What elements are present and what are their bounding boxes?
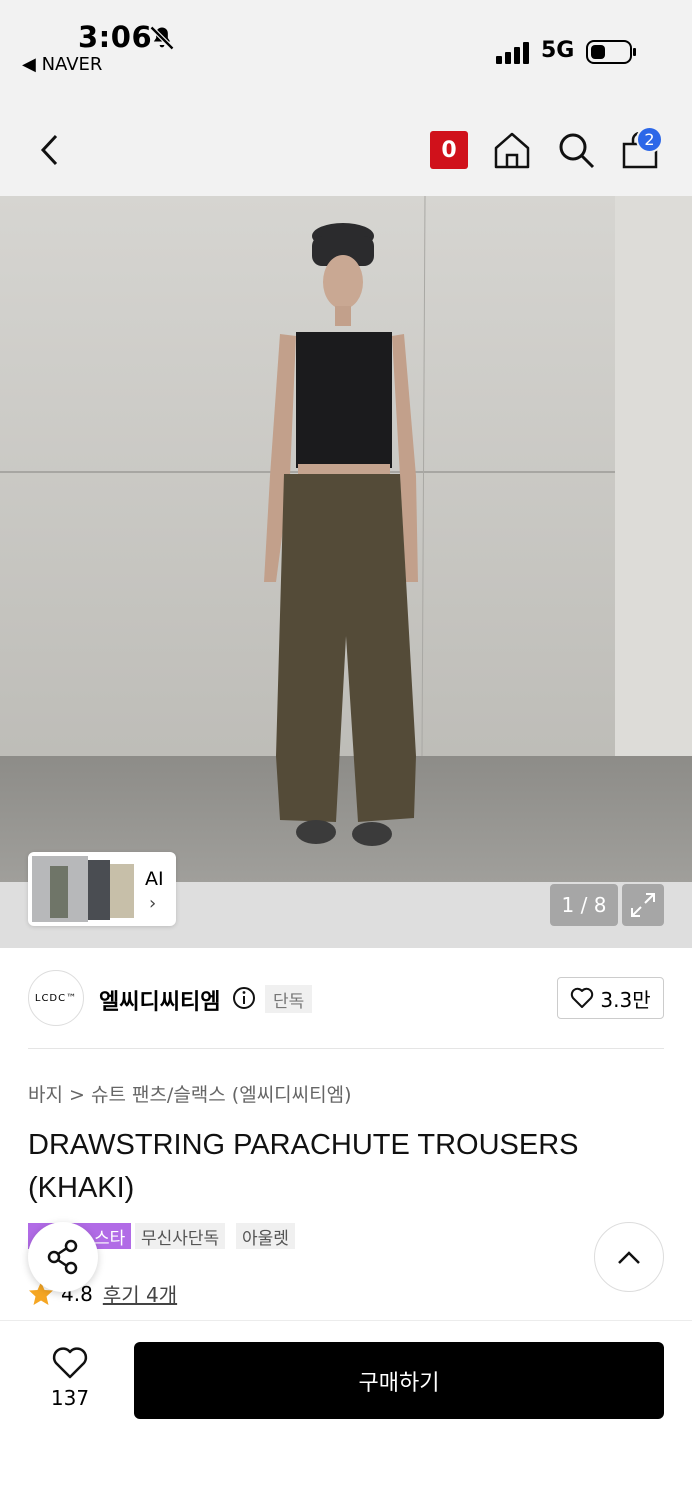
scroll-top-button[interactable]	[594, 1222, 664, 1292]
info-icon[interactable]	[232, 986, 256, 1010]
share-button[interactable]	[28, 1222, 98, 1292]
home-icon[interactable]	[492, 130, 532, 170]
buy-button[interactable]: 구매하기	[134, 1342, 664, 1419]
back-arrow-icon[interactable]	[38, 133, 62, 167]
brand-logo[interactable]: LCDC™	[28, 970, 84, 1026]
share-icon	[47, 1239, 78, 1275]
ai-label: AI	[145, 868, 164, 890]
chevron-up-icon	[618, 1251, 640, 1264]
battery-icon	[586, 40, 636, 64]
divider	[28, 1048, 664, 1049]
back-to-app-link[interactable]: ◀ NAVER	[22, 54, 102, 75]
tag-partial-text: 스타	[94, 1228, 126, 1249]
exclusive-badge: 단독	[265, 985, 313, 1013]
product-photo[interactable]	[0, 196, 692, 948]
reviews-link[interactable]: 후기 4개	[103, 1279, 177, 1308]
search-icon[interactable]	[556, 130, 596, 170]
brand-like-button[interactable]: 3.3만	[557, 977, 664, 1019]
status-bar: 3:06 ◀ NAVER 5G	[0, 0, 692, 100]
product-image-illustration	[0, 196, 692, 948]
status-time: 3:06	[78, 20, 153, 54]
tag-outlet: 아울렛	[236, 1223, 295, 1249]
product-title: DRAWSTRING PARACHUTE TROUSERS (KHAKI)	[28, 1129, 579, 1204]
brand-like-count: 3.3만	[600, 987, 651, 1012]
heart-icon	[571, 987, 594, 1008]
ai-thumbnails	[32, 856, 134, 922]
signal-icon	[496, 42, 529, 64]
wishlist-heart-icon[interactable]	[40, 1344, 100, 1380]
cart-count-badge: 2	[636, 126, 663, 153]
tag-exclusive: 무신사단독	[135, 1223, 226, 1249]
breadcrumb[interactable]: 바지 > 슈트 팬츠/슬랙스 (엘씨디씨티엠)	[28, 1080, 352, 1107]
bell-muted-icon	[149, 25, 175, 51]
image-page-indicator: 1 / 8	[550, 884, 618, 926]
zero-badge-icon[interactable]: 0	[430, 131, 468, 169]
wishlist-count: 137	[50, 1386, 90, 1410]
brand-name[interactable]: 엘씨디씨티엠	[99, 984, 220, 1016]
network-type: 5G	[541, 38, 575, 63]
expand-icon[interactable]	[622, 884, 664, 926]
chevron-right-icon: ›	[149, 893, 157, 914]
